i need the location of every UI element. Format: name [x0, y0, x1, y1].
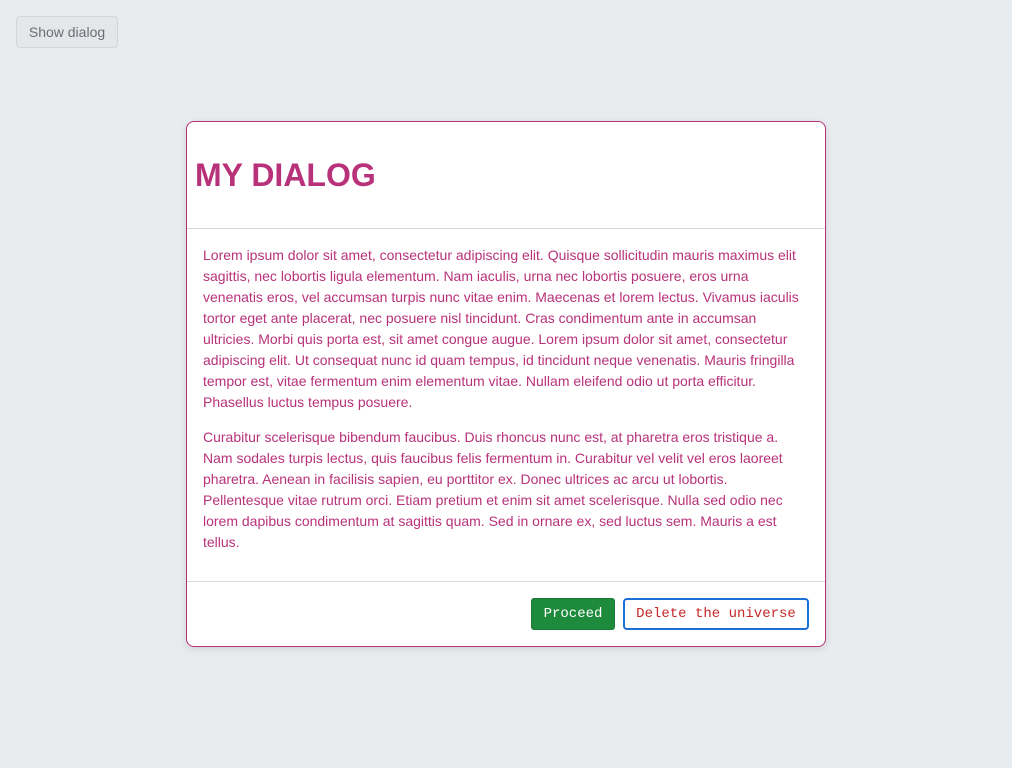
- proceed-button[interactable]: Proceed: [531, 598, 615, 630]
- dialog-title: MY DIALOG: [195, 157, 376, 193]
- page: Show dialog MY DIALOG Lorem ipsum dolor …: [0, 0, 1012, 768]
- dialog-paragraph: Lorem ipsum dolor sit amet, consectetur …: [203, 247, 799, 410]
- dialog-footer: Proceed Delete the universe: [187, 582, 825, 646]
- show-dialog-button[interactable]: Show dialog: [16, 16, 118, 48]
- dialog: MY DIALOG Lorem ipsum dolor sit amet, co…: [186, 121, 826, 647]
- dialog-paragraph: Curabitur scelerisque bibendum faucibus.…: [203, 429, 783, 550]
- delete-universe-button[interactable]: Delete the universe: [623, 598, 809, 630]
- dialog-body: Lorem ipsum dolor sit amet, consectetur …: [187, 229, 825, 582]
- dialog-header: MY DIALOG: [187, 122, 825, 229]
